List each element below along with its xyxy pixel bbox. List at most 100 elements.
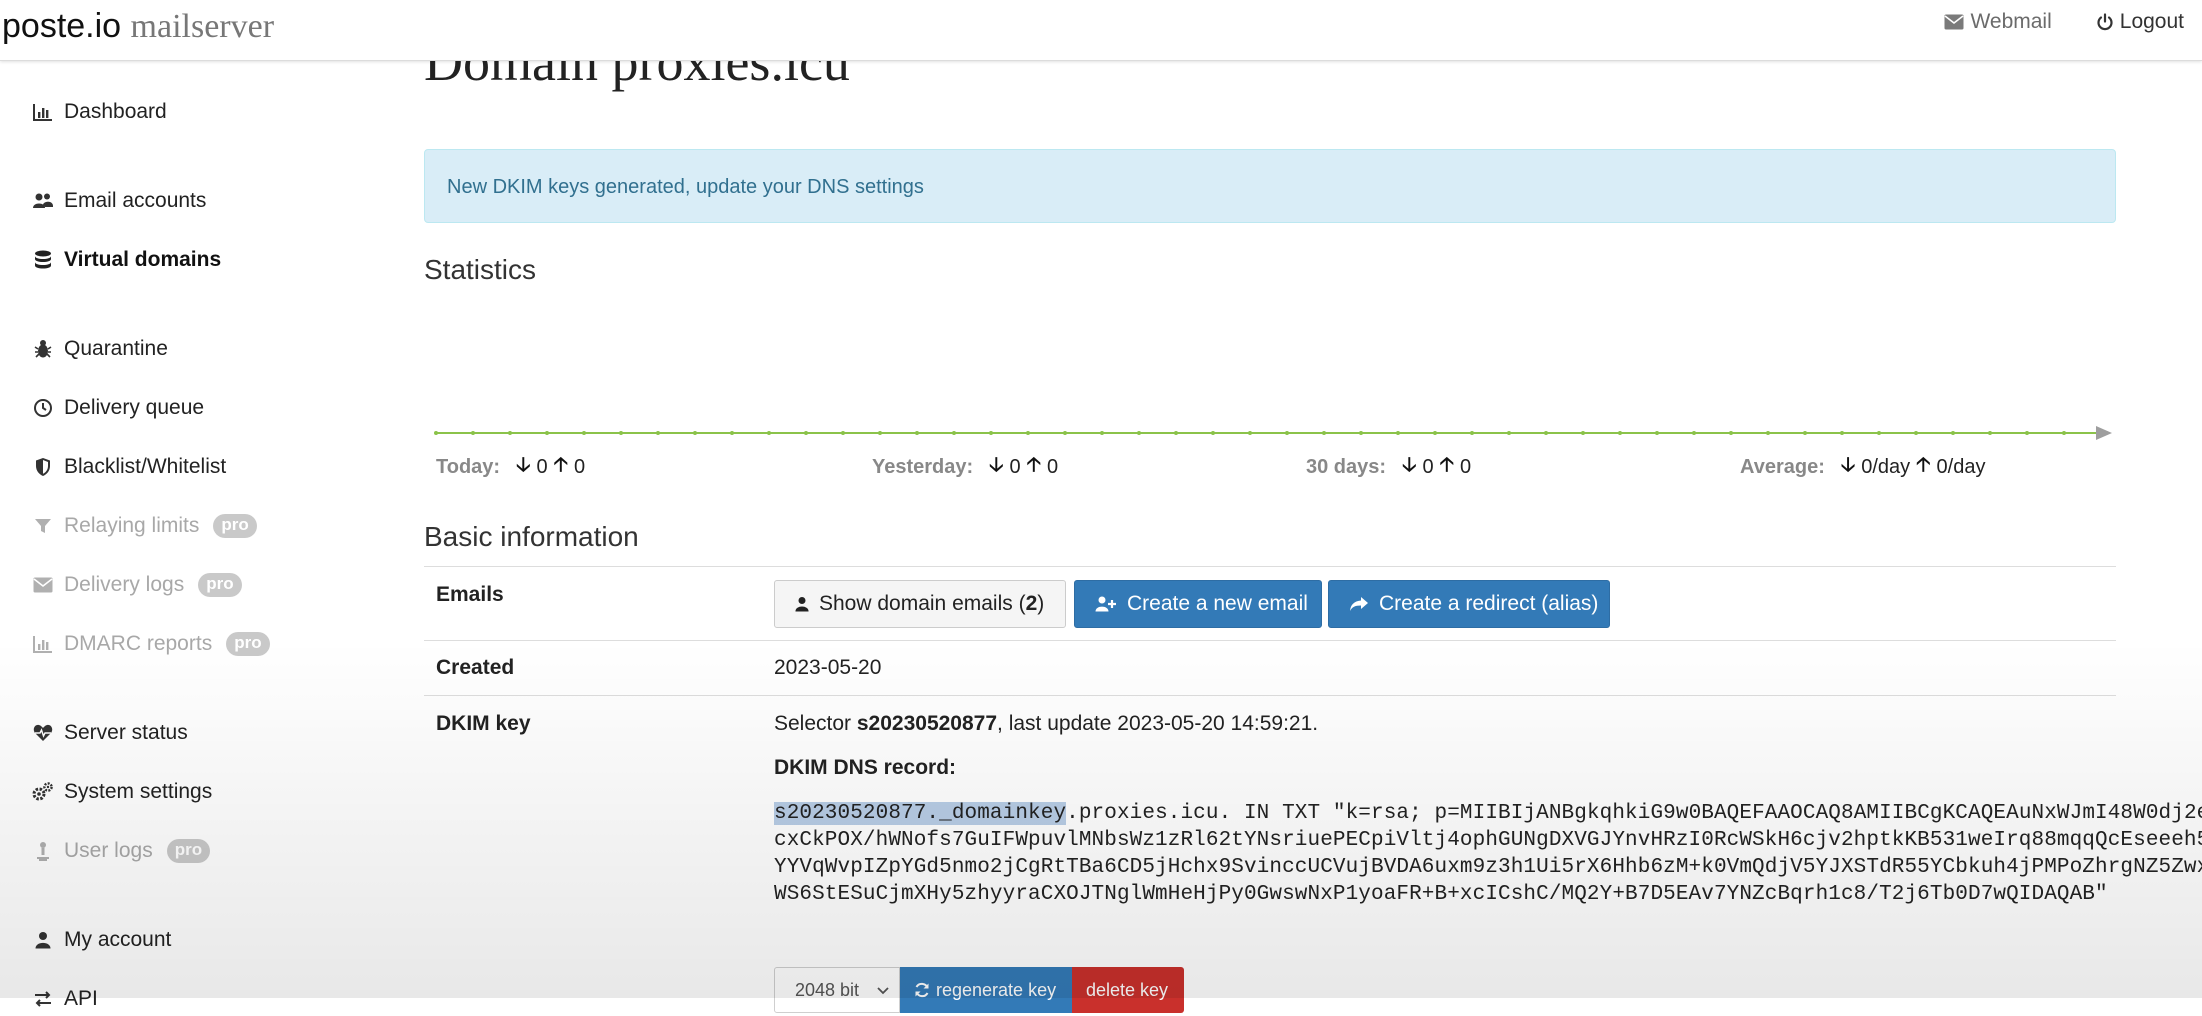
brand-logo[interactable]: poste.io mailserver [2,6,274,47]
top-bar: poste.io mailserver Webmail Logout [0,0,2202,61]
stat-label: 30 days: [1306,455,1387,478]
sidebar-item-label: Virtual domains [64,248,222,271]
dns-record-selected: s20230520877._domainkey [774,802,1067,825]
power-icon [2096,13,2114,31]
regenerate-key-button[interactable]: regenerate key [900,967,1072,1013]
create-email-label: Create a new email [1127,592,1308,615]
delete-key-button[interactable]: delete key [1072,967,1184,1013]
webmail-link[interactable]: Webmail [1944,10,2052,34]
regenerate-key-label: regenerate key [936,979,1057,1000]
cogs-icon [32,781,54,803]
dkim-alert: New DKIM keys generated, update your DNS… [424,149,2116,223]
created-label: Created [436,656,515,679]
dkim-dns-record[interactable]: s20230520877._domainkey.proxies.icu. IN … [774,800,2202,908]
user-icon [32,929,54,951]
bar-chart-icon [32,633,54,655]
arrow-down-icon: 🡣 [1840,454,1856,476]
sidebar-item-dmarc-reports[interactable]: DMARC reports pro [32,632,270,656]
stat-label: Average: [1740,455,1825,478]
logout-link[interactable]: Logout [2096,10,2184,34]
dkim-label: DKIM key [436,712,531,735]
sidebar-item-user-logs[interactable]: User logs pro [32,839,211,863]
exchange-icon [32,988,54,1010]
created-value: 2023-05-20 [774,656,882,679]
basic-information-heading: Basic information [424,521,639,552]
arrow-up-icon: 🡡 [1916,454,1931,476]
sidebar-item-label: Delivery logs [64,573,185,596]
pro-badge: pro [166,839,211,863]
sidebar-item-api[interactable]: API [32,987,98,1011]
sidebar-item-label: Dashboard [64,100,167,123]
dns-record-host: .proxies.icu. IN TXT [1066,802,1333,825]
sidebar-item-delivery-logs[interactable]: Delivery logs pro [32,573,242,597]
created-row: Created 2023-05-20 [424,640,2116,695]
sidebar-item-quarantine[interactable]: Quarantine [32,337,168,361]
top-nav: Webmail Logout [1944,10,2184,34]
arrow-down-icon: 🡣 [989,454,1004,476]
arrow-down-icon: 🡣 [516,454,531,476]
sidebar-item-label: System settings [64,780,213,803]
chart-arrow [2096,426,2112,440]
delete-key-label: delete key [1086,979,1169,1000]
user-icon [795,596,809,612]
dkim-dns-record-label: DKIM DNS record: [774,756,957,779]
sidebar-item-label: My account [64,928,172,951]
stat-down-value: 0 [536,455,548,478]
database-icon [32,249,54,271]
sidebar-item-label: Quarantine [64,337,168,360]
sidebar-item-label: Blacklist/Whitelist [64,455,227,478]
user-log-icon [32,840,54,862]
selector-prefix: Selector [774,712,857,735]
dns-record-line3: YYVqWvpIZpYGd5nmo2jCgRtTBa6CD5jHchx9Svin… [774,856,2202,879]
emails-label: Emails [436,583,504,606]
sidebar-item-dashboard[interactable]: Dashboard [32,100,167,124]
stat-up-value: 0 [573,455,586,478]
main-content: Domain proxies.icu New DKIM keys generat… [424,0,2202,1013]
bug-icon [32,338,54,360]
arrow-up-icon: 🡡 [553,454,568,476]
create-email-button[interactable]: Create a new email [1074,580,1322,628]
user-plus-icon [1095,596,1117,612]
shield-icon [32,456,54,478]
sidebar-item-label: User logs [64,839,153,862]
sidebar-item-delivery-queue[interactable]: Delivery queue [32,396,204,420]
clock-icon [32,397,54,419]
key-size-value: 2048 bit [795,979,860,1000]
selector-value: s20230520877 [856,712,998,735]
statistics-row: Today: 🡣 0 🡡 0 Yesterday: 🡣 0 🡡 0 30 day… [436,450,2116,478]
sidebar-item-relaying-limits[interactable]: Relaying limits pro [32,514,257,538]
sidebar-item-label: Email accounts [64,189,207,212]
key-size-select[interactable]: 2048 bit [774,967,900,1013]
selector-suffix: , last update 2023-05-20 14:59:21. [997,712,1319,735]
stat-average: Average: 🡣 0/day 🡡 0/day [1740,450,1985,484]
sidebar-item-my-account[interactable]: My account [32,928,171,952]
email-count: 2 [1025,592,1038,615]
show-domain-emails-button[interactable]: Show domain emails (2) [774,580,1066,628]
sidebar-item-server-status[interactable]: Server status [32,721,188,745]
stat-label: Yesterday: [872,455,974,478]
dns-record-line2: cxCkPOX/hWNofs7GuIFWpuvlMNbsWz1zRl62tYNs… [774,829,2202,852]
sidebar-item-label: Server status [64,721,188,744]
sidebar-item-virtual-domains[interactable]: Virtual domains [32,248,221,272]
stat-30-days: 30 days: 🡣 0 🡡 0 [1306,450,1471,484]
envelope-icon [32,574,54,596]
create-redirect-button[interactable]: Create a redirect (alias) [1328,580,1610,628]
dkim-row: DKIM key Selector s20230520877, last upd… [424,695,2202,1016]
sidebar-item-email-accounts[interactable]: Email accounts [32,189,206,213]
stat-up-value: 0 [1047,455,1059,478]
stat-down-value: 0/day [1861,455,1911,478]
dns-record-line4: WS6StESuCjmXHy5zhyyraCXOJTNglWmHeHjPy0Gw… [774,883,2108,906]
pro-badge: pro [198,573,242,597]
show-emails-prefix: Show domain emails ( [819,592,1026,615]
filter-icon [32,515,54,537]
sidebar-item-blacklist-whitelist[interactable]: Blacklist/Whitelist [32,455,226,479]
stat-yesterday: Yesterday: 🡣 0 🡡 0 [872,450,1058,484]
heartbeat-icon [32,722,54,744]
webmail-label: Webmail [1970,10,2052,33]
sidebar-item-system-settings[interactable]: System settings [32,780,212,804]
refresh-icon [914,982,930,998]
stat-down-value: 0 [1422,455,1434,478]
dns-record-line1: "k=rsa; p=MIIBIjANBgkqhkiG9w0BAQEFAAOCAQ… [1332,802,2202,825]
stat-up-value: 0/day [1936,455,1986,478]
sidebar-item-label: API [64,987,98,1010]
